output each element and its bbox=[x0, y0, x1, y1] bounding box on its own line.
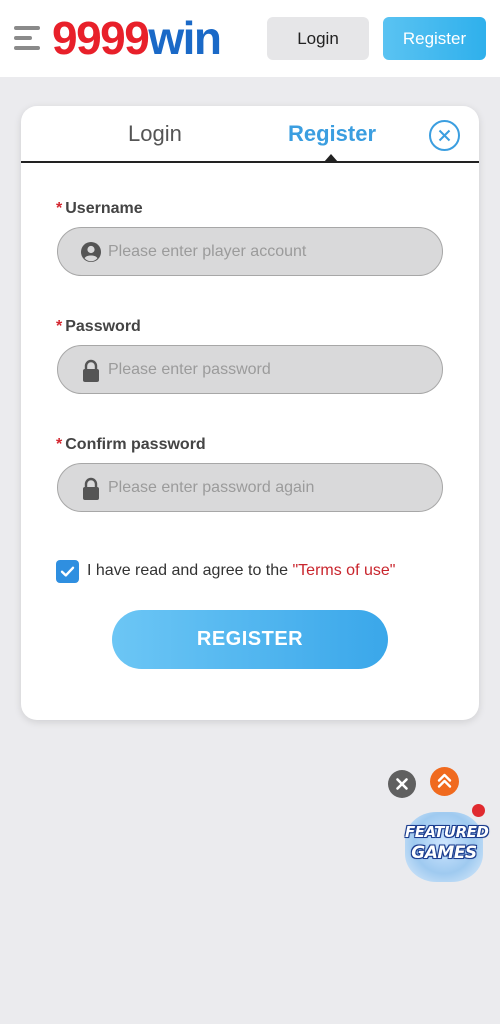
logo-number: 9999 bbox=[52, 12, 150, 64]
confirm-password-field[interactable] bbox=[57, 463, 443, 512]
menu-icon[interactable] bbox=[14, 26, 42, 52]
header-register-button[interactable]: Register bbox=[383, 17, 486, 60]
auth-tabs: Login Register bbox=[21, 106, 479, 163]
register-submit-button[interactable]: REGISTER bbox=[112, 610, 388, 669]
scroll-top-icon[interactable] bbox=[430, 767, 459, 796]
lock-icon bbox=[80, 359, 102, 382]
required-mark: * bbox=[56, 436, 63, 453]
close-widget-icon[interactable] bbox=[388, 770, 416, 798]
header-login-button[interactable]: Login bbox=[267, 17, 369, 60]
password-input[interactable] bbox=[108, 346, 428, 393]
tab-register[interactable]: Register bbox=[288, 121, 376, 147]
required-mark: * bbox=[56, 318, 63, 335]
user-circle-icon bbox=[80, 241, 102, 263]
password-field[interactable] bbox=[57, 345, 443, 394]
auth-modal: Login Register *Username *Password bbox=[21, 106, 479, 720]
password-label: * Password bbox=[56, 318, 141, 335]
confirm-password-input[interactable] bbox=[108, 464, 428, 511]
terms-agreement-text: I have read and agree to the "Terms of u… bbox=[87, 562, 396, 579]
featured-games-badge[interactable]: FEATURED GAMES bbox=[405, 804, 489, 884]
tab-login[interactable]: Login bbox=[128, 121, 182, 147]
terms-of-use-link[interactable]: "Terms of use" bbox=[292, 562, 395, 579]
username-label: * Username bbox=[56, 200, 143, 217]
site-logo[interactable]: 9999win bbox=[52, 12, 222, 64]
notification-dot bbox=[472, 804, 485, 817]
check-icon bbox=[60, 566, 75, 577]
confirm-password-label: * Confirm password bbox=[56, 436, 206, 453]
lock-icon bbox=[80, 477, 102, 500]
featured-line-1: FEATURED bbox=[405, 823, 489, 841]
username-input[interactable] bbox=[108, 228, 428, 275]
terms-checkbox[interactable] bbox=[56, 560, 79, 583]
featured-line-2: GAMES bbox=[411, 843, 477, 863]
username-field[interactable] bbox=[57, 227, 443, 276]
logo-word: win bbox=[148, 12, 222, 64]
active-tab-indicator bbox=[324, 154, 338, 162]
close-modal-icon[interactable] bbox=[429, 120, 460, 151]
required-mark: * bbox=[56, 200, 63, 217]
top-header: 9999win Login Register bbox=[0, 0, 500, 77]
